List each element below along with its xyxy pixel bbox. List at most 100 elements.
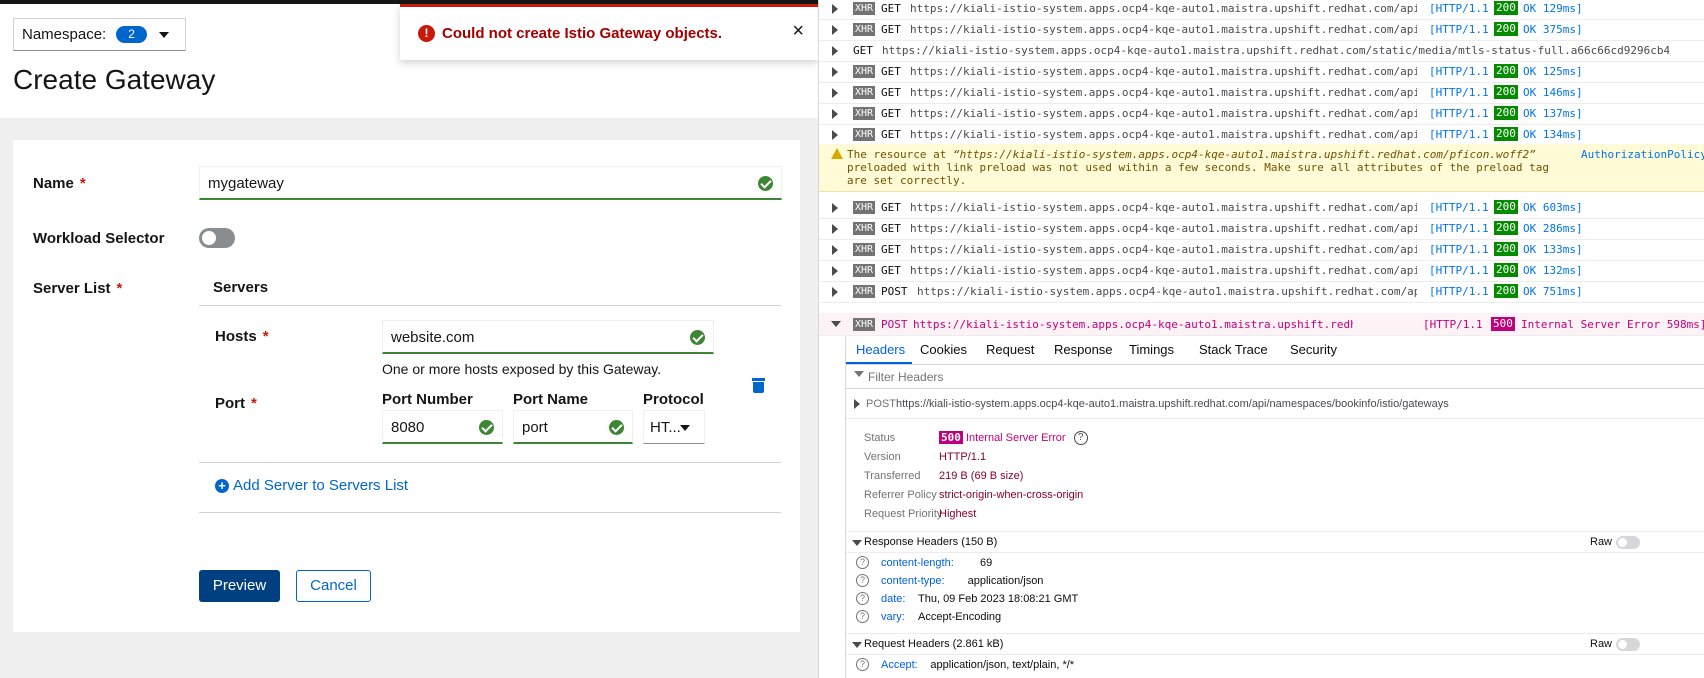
port-name-input[interactable]: port — [513, 410, 633, 444]
request-url: https://kiali-istio-system.apps.ocp4-kqe… — [910, 264, 1417, 277]
version-label: Version — [864, 451, 901, 463]
expand-arrow-icon[interactable] — [832, 130, 838, 140]
request-method: GET — [881, 201, 901, 214]
collapse-arrow-icon[interactable] — [852, 540, 862, 546]
request-method: GET — [881, 128, 901, 141]
request-row[interactable]: XHR GET https://kiali-istio-system.apps.oc… — [819, 60, 1704, 83]
exclamation-circle-icon: ! — [418, 25, 435, 42]
expand-arrow-icon[interactable] — [832, 4, 838, 14]
request-method: GET — [881, 264, 901, 277]
status-code-badge: 200 — [1494, 200, 1518, 214]
help-icon[interactable]: ? — [1073, 431, 1088, 446]
header-name: Accept: — [881, 659, 918, 671]
request-row[interactable]: XHR POST https://kiali-istio-system.apps.o… — [819, 280, 1704, 303]
request-row[interactable]: XHR GET https://kiali-istio-system.apps.oc… — [819, 259, 1704, 282]
request-url: https://kiali-istio-system.apps.ocp4-kqe… — [910, 201, 1417, 214]
alert-title: Could not create Istio Gateway objects. — [442, 25, 723, 42]
tab-cookies[interactable]: Cookies — [920, 342, 967, 357]
tab-stack-trace[interactable]: Stack Trace — [1199, 342, 1268, 357]
gateway-form: Name * mygateway Workload Selector Server… — [13, 140, 800, 632]
transferred-value: 219 B (69 B size) — [939, 470, 1024, 482]
expand-arrow-icon[interactable] — [832, 25, 838, 35]
request-protocol: [HTTP/1.1 — [1429, 65, 1489, 78]
status-code-badge: 200 — [1494, 85, 1518, 99]
request-row[interactable]: XHR GET https://kiali-istio-system.apps.oc… — [819, 123, 1704, 146]
namespace-selector[interactable]: Namespace: 2 — [13, 18, 186, 51]
port-number-input[interactable]: 8080 — [382, 410, 503, 444]
help-icon[interactable]: ? — [856, 574, 869, 587]
xhr-badge: XHR — [853, 86, 876, 99]
expand-arrow-icon[interactable] — [832, 109, 838, 119]
request-method: GET — [881, 23, 901, 36]
request-headers-section[interactable]: Request Headers (2.861 kB) Raw — [846, 633, 1704, 655]
namespace-count-badge: 2 — [116, 26, 147, 43]
request-row[interactable]: XHR GET https://kiali-istio-system.apps.oc… — [819, 102, 1704, 125]
expand-arrow-icon[interactable] — [832, 266, 838, 276]
tab-security[interactable]: Security — [1290, 342, 1337, 357]
expand-arrow-icon[interactable] — [832, 203, 838, 213]
add-server-link[interactable]: + Add Server to Servers List — [215, 477, 408, 494]
request-protocol: [HTTP/1.1 — [1429, 264, 1489, 277]
request-url: https://kiali-istio-system.apps.ocp4-kqe… — [910, 23, 1417, 36]
name-input[interactable]: mygateway — [199, 166, 782, 200]
header-name: vary: — [881, 611, 905, 623]
collapse-arrow-icon[interactable] — [852, 642, 862, 648]
name-label: Name * — [33, 175, 86, 192]
header-value: Accept-Encoding — [918, 611, 1002, 623]
tab-timings[interactable]: Timings — [1129, 342, 1174, 357]
tab-response[interactable]: Response — [1054, 342, 1113, 357]
expand-arrow-icon[interactable] — [832, 46, 838, 56]
request-status: OK 751ms] — [1523, 285, 1583, 298]
tab-headers[interactable]: Headers — [856, 342, 905, 357]
response-headers-section[interactable]: Response Headers (150 B) Raw — [846, 531, 1704, 553]
expand-arrow-icon[interactable] — [832, 245, 838, 255]
help-icon[interactable]: ? — [856, 556, 869, 569]
close-icon[interactable]: × — [792, 21, 804, 41]
request-summary[interactable]: POST https://kiali-istio-system.apps.ocp… — [846, 389, 1704, 419]
request-protocol: [HTTP/1.1 — [1423, 318, 1483, 331]
xhr-badge: XHR — [853, 285, 876, 298]
check-circle-icon — [758, 176, 773, 191]
help-icon[interactable]: ? — [856, 610, 869, 623]
namespace-label: Namespace: — [22, 26, 107, 43]
request-url: https://kiali-istio-system.apps.ocp4-kqe… — [910, 243, 1417, 256]
request-row[interactable]: XHR GET https://kiali-istio-system.apps.oc… — [819, 238, 1704, 261]
help-icon[interactable]: ? — [856, 658, 869, 671]
header-row: ? Accept: application/json, text/plain, */… — [846, 656, 1704, 674]
trash-icon[interactable] — [752, 378, 765, 393]
expand-arrow-icon[interactable] — [832, 67, 838, 77]
request-url: https://kiali-istio-system.apps.ocp4-kqe… — [910, 2, 1417, 15]
cancel-button[interactable]: Cancel — [296, 570, 371, 602]
help-icon[interactable]: ? — [856, 592, 869, 605]
warning-source-link[interactable]: AuthorizationPolicy — [1581, 148, 1704, 161]
expand-arrow-icon[interactable] — [832, 224, 838, 234]
request-protocol: [HTTP/1.1 — [1429, 201, 1489, 214]
tab-request[interactable]: Request — [986, 342, 1034, 357]
raw-toggle[interactable] — [1616, 536, 1640, 549]
request-status: OK 132ms] — [1523, 264, 1583, 277]
protocol-select[interactable]: HT... — [643, 410, 705, 444]
filter-headers-input[interactable]: Filter Headers — [846, 365, 1704, 389]
request-row[interactable]: XHR GET https://kiali-istio-system.apps.oc… — [819, 81, 1704, 104]
request-details: Headers Cookies Request Response Timings… — [845, 336, 1704, 678]
kiali-app: Namespace: 2 Create Gateway ! Could not … — [0, 0, 818, 678]
request-row[interactable]: XHR GET https://kiali-istio-system.apps.oc… — [819, 0, 1704, 20]
request-protocol: [HTTP/1.1 — [1429, 128, 1489, 141]
preview-button[interactable]: Preview — [199, 570, 280, 602]
request-row[interactable]: GET https://kiali-istio-system.apps.ocp4-… — [819, 39, 1704, 62]
expand-arrow-icon[interactable] — [832, 88, 838, 98]
protocol-header: Protocol — [643, 391, 704, 408]
workload-selector-switch[interactable] — [199, 228, 235, 248]
port-label: Port * — [215, 395, 257, 412]
request-row[interactable]: XHR GET https://kiali-istio-system.apps.oc… — [819, 217, 1704, 240]
request-status: OK 286ms] — [1523, 222, 1583, 235]
expand-arrow-icon[interactable] — [854, 399, 860, 409]
request-row-selected[interactable]: XHR POST https://kiali-istio-system.apps… — [819, 313, 1704, 336]
request-row[interactable]: XHR GET https://kiali-istio-system.apps.oc… — [819, 18, 1704, 41]
raw-toggle[interactable] — [1616, 638, 1640, 651]
plus-circle-icon: + — [215, 478, 229, 493]
collapse-arrow-icon[interactable] — [831, 321, 841, 327]
hosts-input[interactable]: website.com — [382, 320, 714, 354]
expand-arrow-icon[interactable] — [832, 287, 838, 297]
request-row[interactable]: XHR GET https://kiali-istio-system.apps.oc… — [819, 196, 1704, 219]
